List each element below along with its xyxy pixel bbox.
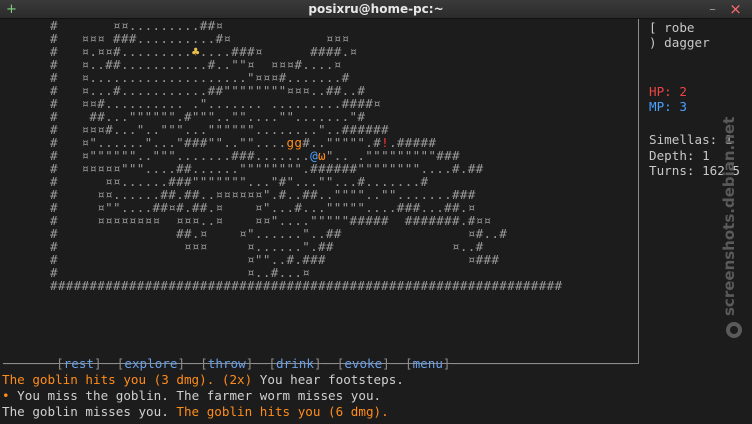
watermark: screenshots.debian.net [720, 117, 742, 338]
log-line: The goblin misses you. The goblin hits y… [2, 404, 750, 420]
mp-stat: MP: 3 [649, 99, 687, 114]
equipment-weapon: ) dagger [649, 35, 710, 50]
log-text-damage: The goblin hits you (3 dmg). (2x) [2, 372, 253, 387]
log-text: You miss the goblin. The farmer worm mis… [9, 388, 382, 403]
watermark-text: screenshots.debian.net [720, 117, 738, 316]
dungeon-map-panel: # ¤¤.........##¤ # ¤¤¤ ###..........#¤ ¤¤… [3, 19, 639, 364]
depth-stat: Depth: 1 [649, 148, 710, 163]
log-line: • You miss the goblin. The farmer worm m… [2, 388, 750, 404]
message-log: The goblin hits you (3 dmg). (2x) You he… [2, 372, 750, 420]
menu-evoke[interactable]: evoke [344, 356, 382, 371]
window-titlebar: + posixru@home-pc:~ – × [0, 0, 752, 19]
window-title: posixru@home-pc:~ [308, 2, 444, 16]
menu-menu[interactable]: menu [413, 356, 443, 371]
close-icon[interactable]: × [728, 2, 743, 17]
log-text: You hear footsteps. [252, 372, 404, 387]
menu-throw[interactable]: throw [208, 356, 246, 371]
log-line: The goblin hits you (3 dmg). (2x) You he… [2, 372, 750, 388]
map-row: ########################################… [50, 278, 563, 293]
log-marker-icon: • [2, 388, 10, 403]
dungeon-map: # ¤¤.........##¤ # ¤¤¤ ###..........#¤ ¤¤… [3, 19, 562, 292]
hp-stat: HP: 2 [649, 84, 687, 99]
menu-rest[interactable]: rest [64, 356, 94, 371]
equipment-armor: [ robe [649, 20, 695, 35]
menu-drink[interactable]: drink [276, 356, 314, 371]
minimize-icon[interactable]: – [705, 2, 720, 17]
menu-explore[interactable]: explore [124, 356, 177, 371]
log-text: The goblin misses you. [2, 404, 177, 419]
command-menu: ───────[rest]──[explore]──[throw]──[drin… [3, 356, 633, 371]
log-text-damage: The goblin hits you (6 dmg). [176, 404, 389, 419]
